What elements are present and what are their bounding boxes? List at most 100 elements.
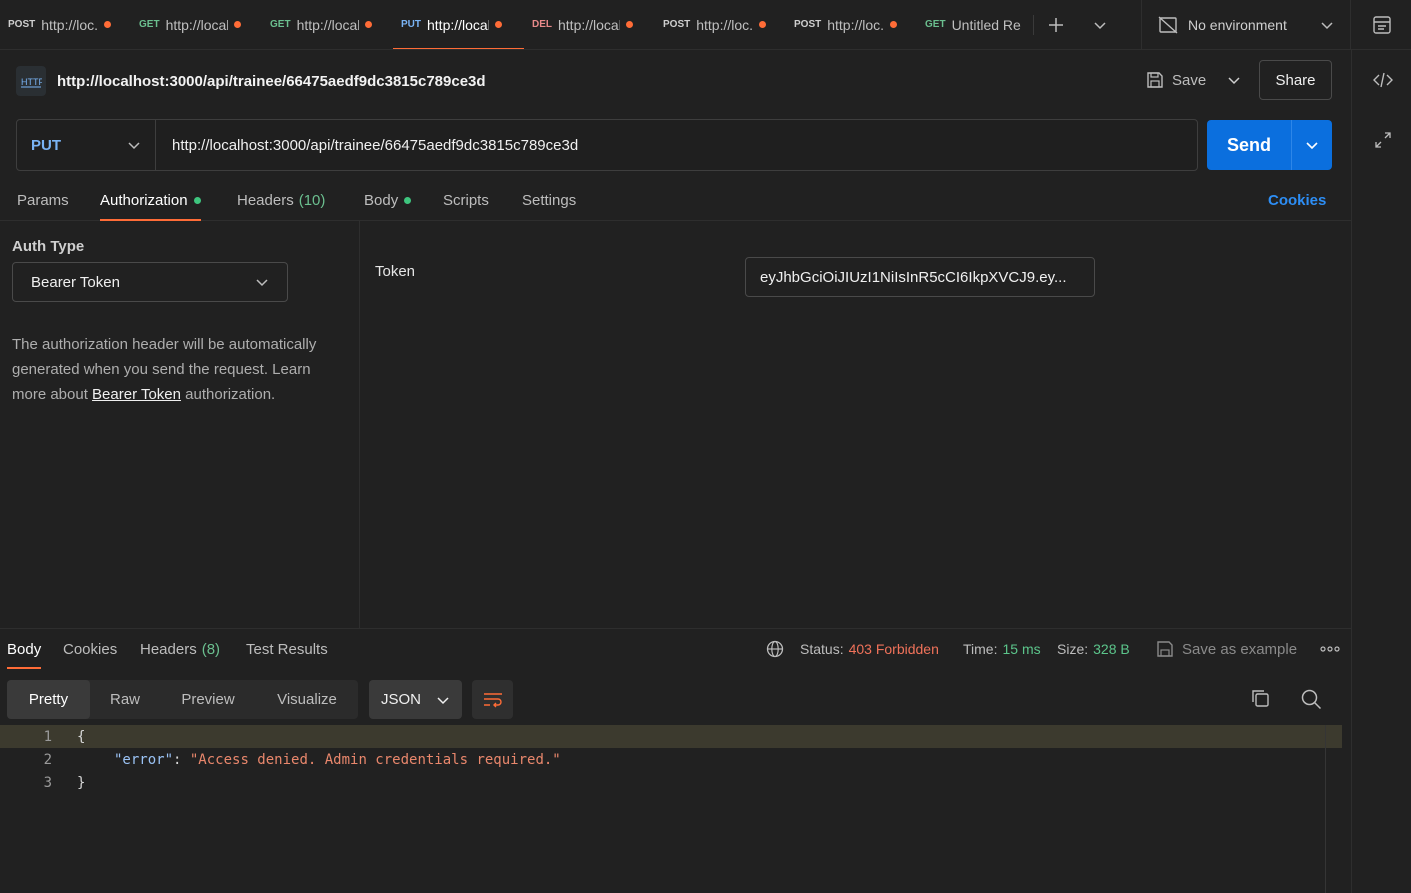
tab-label: Scripts	[443, 191, 489, 209]
url-input[interactable]: http://localhost:3000/api/trainee/66475a…	[156, 120, 1197, 170]
tab-url: http://loc.	[696, 16, 754, 33]
auth-type-value: Bearer Token	[31, 273, 120, 291]
auth-type-panel: Auth Type Bearer Token The authorization…	[0, 221, 360, 628]
tab-item[interactable]: GET Untitled Re	[917, 0, 1033, 49]
chevron-down-icon	[128, 142, 140, 150]
tab-params[interactable]: Params	[17, 180, 69, 220]
cookies-link[interactable]: Cookies	[1268, 180, 1326, 220]
tab-settings[interactable]: Settings	[522, 180, 576, 220]
response-headers-count: (8)	[201, 640, 221, 658]
tab-item[interactable]: POST http://loc.	[655, 0, 786, 49]
line-number: 2	[43, 751, 52, 768]
code-snippet-button[interactable]	[1372, 69, 1394, 91]
view-raw[interactable]: Raw	[90, 680, 160, 719]
response-tab-test-results[interactable]: Test Results	[246, 629, 328, 669]
chevron-down-icon	[1306, 142, 1318, 150]
response-tab-body[interactable]: Body	[7, 629, 42, 669]
environment-quick-look-button[interactable]	[1352, 0, 1411, 50]
send-button[interactable]: Send	[1207, 120, 1291, 170]
request-config-tabs: Params Authorization Headers (10) Body Sc…	[0, 180, 1351, 221]
more-options-button[interactable]	[1320, 629, 1340, 669]
code-text: }	[77, 774, 86, 791]
tab-label: Params	[17, 191, 69, 209]
copy-button[interactable]	[1250, 688, 1270, 708]
response-tab-cookies[interactable]: Cookies	[63, 629, 117, 669]
response-tabs: Body Cookies Headers (8) Test Results Sta…	[0, 629, 1351, 669]
tab-url: http://local	[165, 16, 228, 33]
save-options-dropdown[interactable]	[1216, 64, 1252, 96]
code-line: 2 "error": "Access denied. Admin credent…	[0, 748, 1342, 771]
tab-url: http://local	[558, 16, 620, 33]
method-selector[interactable]: PUT	[17, 120, 156, 170]
tab-label: Headers	[237, 191, 294, 209]
unsaved-dot-icon	[759, 21, 767, 28]
tab-method: GET	[270, 19, 291, 30]
editor-scrollbar[interactable]	[1325, 725, 1326, 893]
json-colon: :	[173, 751, 190, 768]
format-select[interactable]: JSON	[369, 680, 462, 719]
code-line: 3 }	[0, 771, 1342, 794]
format-value: JSON	[381, 691, 422, 708]
token-label: Token	[375, 263, 416, 280]
tab-list-dropdown[interactable]	[1078, 0, 1122, 49]
time-value: 15 ms	[1002, 641, 1041, 657]
response-tab-headers[interactable]: Headers (8)	[140, 629, 220, 669]
network-globe-icon[interactable]	[766, 629, 784, 669]
tab-item-active[interactable]: PUT http://local	[393, 0, 524, 49]
tab-url: http://loc.	[827, 16, 885, 33]
response-body-editor[interactable]: 1 { 2 "error": "Access denied. Admin cre…	[0, 725, 1342, 893]
tab-item[interactable]: POST http://loc.	[0, 0, 131, 49]
save-button[interactable]: Save	[1146, 64, 1206, 96]
save-label: Save	[1172, 71, 1207, 89]
environment-selector[interactable]: No environment	[1141, 0, 1351, 50]
tab-label: Settings	[522, 191, 577, 209]
environment-label: No environment	[1188, 17, 1287, 33]
tab-body[interactable]: Body	[364, 180, 412, 220]
tab-scripts[interactable]: Scripts	[443, 180, 489, 220]
save-icon	[1157, 641, 1173, 657]
response-size[interactable]: Size: 328 B	[1057, 629, 1130, 669]
tab-method: GET	[139, 19, 160, 30]
expand-arrows-icon	[1375, 132, 1391, 148]
tab-url: http://local	[296, 16, 359, 33]
response-view-toggle: Pretty Raw Preview Visualize	[7, 680, 358, 719]
tab-authorization[interactable]: Authorization	[100, 180, 201, 221]
tab-headers[interactable]: Headers (10)	[237, 180, 325, 220]
line-number: 1	[43, 728, 52, 745]
send-options-dropdown[interactable]	[1291, 120, 1332, 170]
search-icon	[1301, 689, 1322, 710]
tab-label: Body	[7, 640, 42, 658]
request-name[interactable]: http://localhost:3000/api/trainee/66475a…	[57, 73, 486, 90]
new-tab-button[interactable]	[1034, 0, 1078, 49]
related-requests-button[interactable]	[1372, 129, 1394, 151]
tab-item[interactable]: GET http://local	[262, 0, 393, 49]
search-button[interactable]	[1300, 688, 1322, 710]
unsaved-dot-icon	[626, 21, 633, 28]
tab-label: Test Results	[246, 640, 328, 658]
chevron-down-icon	[1321, 22, 1333, 30]
unsaved-dot-icon	[495, 21, 502, 28]
token-input[interactable]: eyJhbGciOiJIUzI1NiIsInR5cCI6IkpXVCJ9.ey.…	[745, 257, 1095, 297]
view-preview[interactable]: Preview	[160, 680, 256, 719]
response-time[interactable]: Time: 15 ms	[963, 629, 1041, 669]
chevron-down-icon	[437, 696, 449, 704]
view-visualize[interactable]: Visualize	[256, 680, 358, 719]
tab-item[interactable]: DEL http://local	[524, 0, 655, 49]
response-status[interactable]: Status: 403 Forbidden	[800, 629, 939, 669]
tab-method: POST	[663, 19, 691, 30]
tab-item[interactable]: POST http://loc.	[786, 0, 917, 49]
share-button[interactable]: Share	[1259, 60, 1332, 100]
no-environment-icon	[1158, 16, 1178, 34]
auth-description: The authorization header will be automat…	[12, 336, 317, 403]
environment-list-icon	[1372, 16, 1391, 34]
bearer-token-link[interactable]: Bearer Token	[92, 386, 181, 403]
tab-method: GET	[925, 19, 946, 30]
tab-item[interactable]: GET http://local	[131, 0, 262, 49]
save-as-example-button[interactable]: Save as example	[1156, 629, 1297, 669]
view-pretty[interactable]: Pretty	[7, 680, 90, 719]
tab-method: DEL	[532, 19, 552, 30]
active-dot-icon	[193, 196, 201, 204]
auth-type-select[interactable]: Bearer Token	[12, 262, 288, 302]
wrap-lines-button[interactable]	[472, 680, 513, 719]
tab-url: http://local	[427, 16, 489, 33]
